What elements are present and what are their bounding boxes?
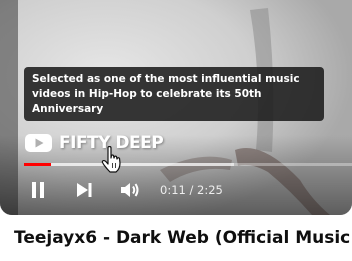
pause-icon — [32, 182, 44, 198]
time-display: 0:11 / 2:25 — [160, 183, 223, 197]
tooltip-line: Anniversary — [32, 103, 104, 115]
current-time: 0:11 — [160, 183, 186, 197]
volume-icon — [121, 183, 139, 197]
video-player[interactable]: Selected as one of the most influential … — [0, 0, 352, 215]
next-track-icon — [77, 183, 92, 197]
video-title: Teejayx6 - Dark Web (Official Music Vide… — [14, 228, 352, 248]
youtube-logo-icon — [25, 134, 52, 152]
progress-played — [24, 163, 51, 166]
player-controls: 0:11 / 2:25 — [24, 176, 223, 204]
duration: 2:25 — [197, 183, 223, 197]
next-button[interactable] — [70, 176, 98, 204]
info-tooltip: Selected as one of the most influential … — [24, 67, 324, 121]
tooltip-line: Selected as one of the most influential … — [32, 73, 300, 85]
volume-button[interactable] — [116, 176, 144, 204]
time-separator: / — [185, 183, 198, 197]
progress-bar[interactable] — [24, 161, 352, 167]
tooltip-line: videos in Hip-Hop to celebrate its 50th — [32, 88, 262, 100]
channel-brand[interactable]: FIFTY DEEP — [24, 130, 164, 156]
progress-buffered — [24, 163, 234, 166]
pause-button[interactable] — [24, 176, 52, 204]
hand-cursor-icon — [101, 146, 121, 173]
